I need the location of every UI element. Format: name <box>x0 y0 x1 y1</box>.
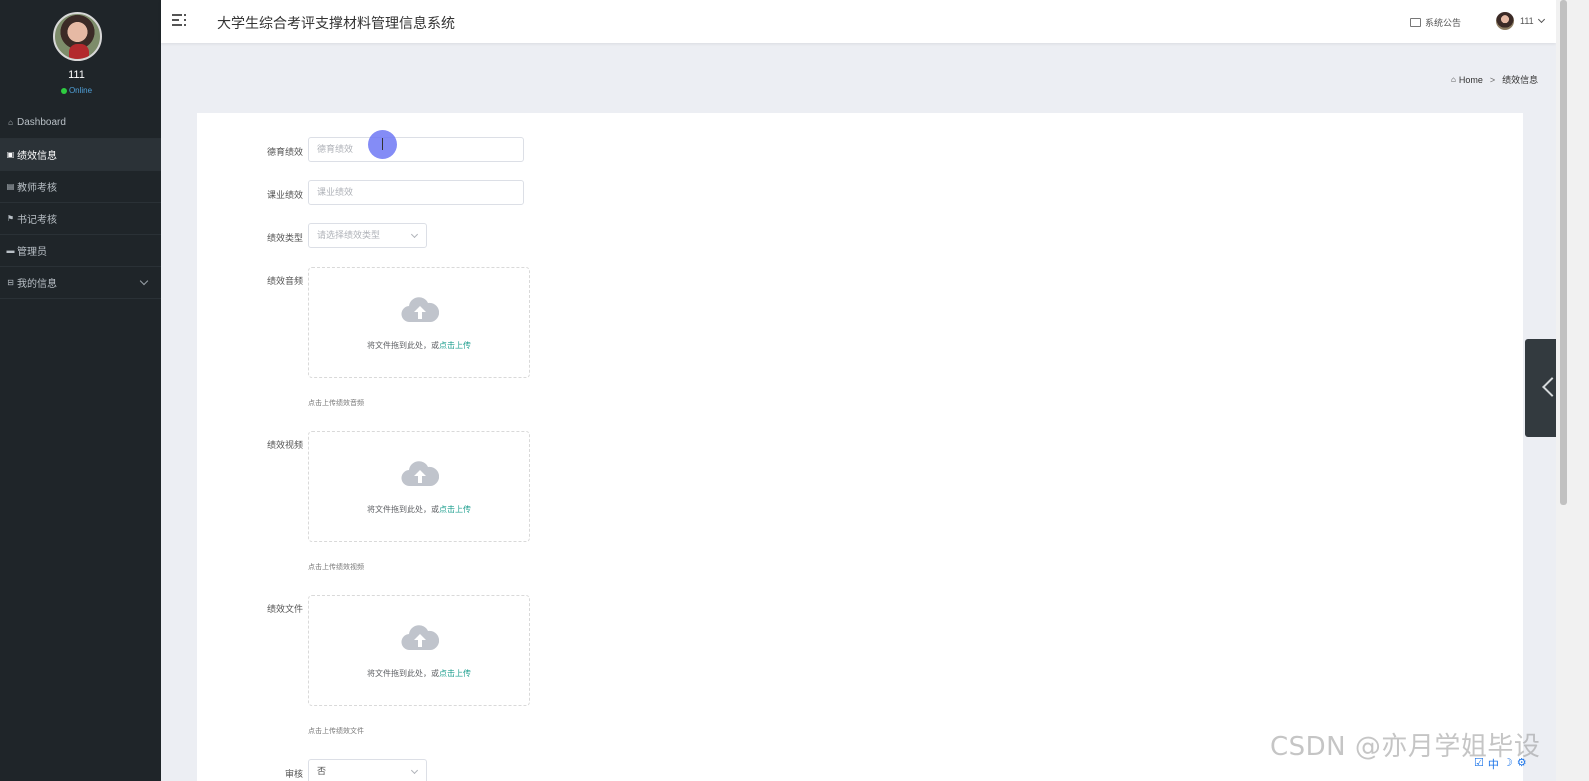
doc-icon: ▣ <box>6 150 15 159</box>
doc-icon: ▤ <box>6 182 15 191</box>
scroll-thumb[interactable] <box>1560 0 1567 505</box>
file-upload[interactable]: 将文件拖到此处，或点击上传 <box>308 595 530 706</box>
chevron-down-icon <box>410 766 419 775</box>
home-icon: ⌂ <box>1451 75 1456 84</box>
card-icon: ▬ <box>6 246 15 255</box>
home-icon: ⌂ <box>8 118 13 127</box>
sidebar-item-admin[interactable]: ▬ 管理员 <box>0 235 161 267</box>
moon-icon: ☽ <box>1502 757 1513 769</box>
cloud-upload-icon <box>401 625 439 651</box>
click-upload-link[interactable]: 点击上传 <box>439 505 471 514</box>
cursor-highlight <box>368 130 397 159</box>
sidebar-username: 111 <box>68 69 85 81</box>
video-tip: 点击上传绩效视频 <box>308 564 364 571</box>
sidebar-menu: ⌂ Dashboard ▣ 绩效信息 ▤ 教师考核 ⚑ 书记考核 ▬ 管理员 ⊟… <box>0 107 161 299</box>
sidebar-item-performance[interactable]: ▣ 绩效信息 <box>0 139 161 171</box>
cloud-upload-icon <box>401 461 439 487</box>
study-input[interactable]: 课业绩效 <box>308 180 524 205</box>
file-label: 绩效文件 <box>266 604 303 614</box>
breadcrumb: ⌂ Home > 绩效信息 <box>1451 74 1539 86</box>
video-label: 绩效视频 <box>266 440 303 450</box>
moral-input[interactable]: 德育绩效 <box>308 137 524 162</box>
sidebar-item-teacher-review[interactable]: ▤ 教师考核 <box>0 171 161 203</box>
chevron-down-icon <box>139 276 149 286</box>
sidebar-item-label: Dashboard <box>17 117 66 128</box>
click-upload-link[interactable]: 点击上传 <box>439 341 471 350</box>
ime-mode-icon: 中 <box>1487 759 1499 771</box>
cloud-upload-icon <box>401 297 439 323</box>
notice-icon <box>1410 18 1421 27</box>
menu-toggle-icon[interactable] <box>172 14 186 27</box>
ime-icon: ☑ <box>1474 757 1484 769</box>
form-card: 德育绩效 德育绩效 课业绩效 课业绩效 绩效类型 请选择绩效类型 绩效音频 将文… <box>197 113 1523 781</box>
top-header: 大学生综合考评支撑材料管理信息系统 系统公告 111 <box>161 0 1556 43</box>
moral-label: 德育绩效 <box>266 147 303 157</box>
breadcrumb-current: 绩效信息 <box>1502 75 1539 85</box>
app-title: 大学生综合考评支撑材料管理信息系统 <box>217 15 455 31</box>
type-label: 绩效类型 <box>266 233 303 243</box>
online-dot-icon <box>60 87 67 94</box>
sidebar-item-my-info[interactable]: ⊟ 我的信息 <box>0 267 161 299</box>
video-upload[interactable]: 将文件拖到此处，或点击上传 <box>308 431 530 542</box>
scrollbar[interactable] <box>1556 0 1589 781</box>
study-label: 课业绩效 <box>266 190 303 200</box>
sidebar-item-label: 绩效信息 <box>17 151 57 162</box>
online-status: Online <box>0 86 153 95</box>
sidebar-item-label: 教师考核 <box>17 183 57 194</box>
audio-upload[interactable]: 将文件拖到此处，或点击上传 <box>308 267 530 378</box>
breadcrumb-home[interactable]: Home <box>1459 75 1483 85</box>
sidebar-item-dashboard[interactable]: ⌂ Dashboard <box>0 107 161 139</box>
avatar[interactable] <box>53 12 102 61</box>
file-tip: 点击上传绩效文件 <box>308 728 364 735</box>
click-upload-link[interactable]: 点击上传 <box>439 669 471 678</box>
user-menu[interactable]: 111 <box>1496 12 1545 30</box>
sidebar: 111 Online ⌂ Dashboard ▣ 绩效信息 ▤ 教师考核 ⚑ 书… <box>0 0 161 781</box>
avatar <box>1496 12 1514 30</box>
flag-icon: ⚑ <box>6 214 15 223</box>
audio-tip: 点击上传绩效音频 <box>308 400 364 407</box>
system-notice-link[interactable]: 系统公告 <box>1410 16 1461 29</box>
card-icon: ⊟ <box>7 278 14 287</box>
sidebar-item-label: 书记考核 <box>17 215 57 226</box>
chevron-down-icon <box>1537 15 1545 24</box>
review-select[interactable]: 否 <box>308 759 427 781</box>
system-tray: ☑ 中 ☽ ⚙ <box>1474 756 1527 772</box>
sidebar-item-label: 我的信息 <box>17 279 57 290</box>
sidebar-item-label: 管理员 <box>17 247 47 258</box>
audio-label: 绩效音频 <box>266 276 303 286</box>
sidebar-item-secretary-review[interactable]: ⚑ 书记考核 <box>0 203 161 235</box>
settings-icon: ⚙ <box>1516 757 1527 769</box>
type-select[interactable]: 请选择绩效类型 <box>308 223 427 248</box>
review-label: 审核 <box>284 769 303 779</box>
chevron-down-icon <box>410 230 419 239</box>
